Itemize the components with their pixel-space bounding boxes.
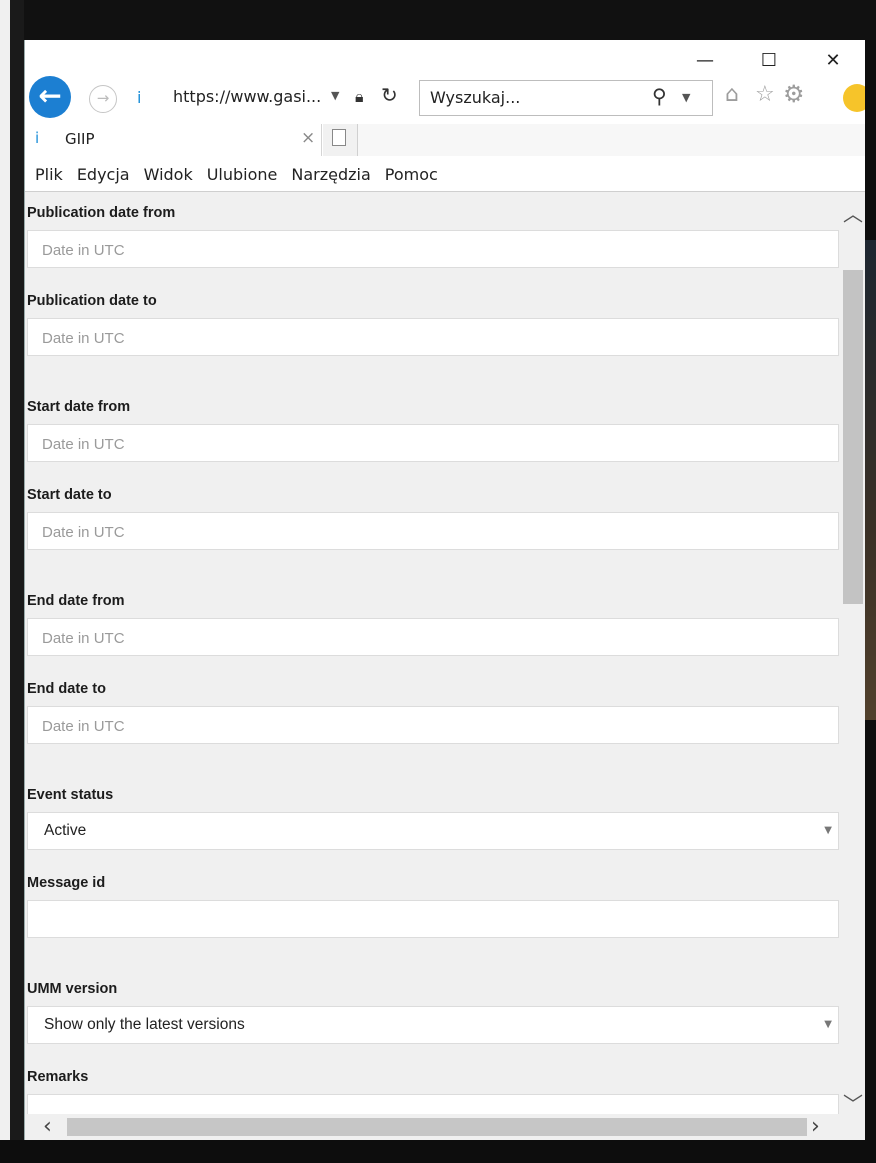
refresh-icon[interactable]: ↻ <box>381 83 398 107</box>
scroll-left-icon[interactable]: ‹ <box>43 1114 52 1139</box>
menu-item-edycja[interactable]: Edycja <box>77 165 130 184</box>
menu-item-widok[interactable]: Widok <box>144 165 193 184</box>
field-label: Publication date from <box>27 205 176 221</box>
gear-icon[interactable]: ⚙ <box>783 80 805 108</box>
field-label: Start date from <box>27 399 131 415</box>
site-favicon-icon: ⅰ <box>35 129 40 147</box>
forward-arrow-icon: → <box>96 89 110 107</box>
publication-date-to-field[interactable] <box>27 318 839 357</box>
end-date-to-input[interactable] <box>28 707 804 745</box>
close-tab-icon[interactable]: × <box>301 128 315 148</box>
menu-item-narzedzia[interactable]: Narzędzia <box>291 165 370 184</box>
field-label: Start date to <box>27 487 112 503</box>
start-date-from-input[interactable] <box>28 425 804 463</box>
event-status-select[interactable]: Active ▼ <box>27 812 839 850</box>
search-dropdown-icon[interactable]: ▼ <box>682 91 690 104</box>
minimize-button[interactable]: — <box>673 50 737 76</box>
horizontal-scroll-thumb[interactable] <box>67 1118 807 1136</box>
forward-button[interactable]: → <box>89 85 117 113</box>
chevron-down-icon: ▼ <box>824 825 832 836</box>
chevron-down-icon: ▼ <box>824 1019 832 1030</box>
umm-version-select[interactable]: Show only the latest versions ▼ <box>27 1006 839 1044</box>
desktop-background-top <box>0 0 876 40</box>
menu-item-plik[interactable]: Plik <box>35 165 63 184</box>
search-input[interactable] <box>428 87 632 108</box>
menu-bar: Plik Edycja Widok Ulubione Narzędzia Pom… <box>25 158 865 192</box>
smiley-icon[interactable] <box>843 84 865 112</box>
start-date-from-field[interactable] <box>27 424 839 463</box>
navigation-bar: ← → ⅰ https://www.gasi... ▼ 🔒︎ ↻ ⚲ ▼ ⌂ ☆… <box>25 76 865 122</box>
back-button[interactable]: ← <box>29 76 71 118</box>
scroll-up-icon[interactable]: ︿ <box>843 198 863 227</box>
end-date-to-field[interactable] <box>27 706 839 745</box>
publication-date-from-field[interactable] <box>27 230 839 269</box>
new-tab-button[interactable] <box>323 124 358 156</box>
desktop-background-bottom <box>0 1140 876 1163</box>
vertical-scrollbar[interactable]: ︿ ﹀ <box>841 192 865 1117</box>
new-tab-icon <box>332 129 346 146</box>
home-icon[interactable]: ⌂ <box>725 82 739 107</box>
lock-icon[interactable]: 🔒︎ <box>355 87 364 107</box>
scroll-right-icon[interactable]: › <box>811 1114 820 1139</box>
field-label: Publication date to <box>27 293 157 309</box>
publication-date-from-input[interactable] <box>28 231 804 269</box>
start-date-to-field[interactable] <box>27 512 839 551</box>
tab-bar-empty <box>358 124 865 156</box>
back-arrow-icon: ← <box>38 79 62 112</box>
tab-bar: ⅰ GIIP × <box>25 124 865 156</box>
end-date-from-input[interactable] <box>28 619 804 657</box>
tab-giip[interactable]: ⅰ GIIP × <box>25 124 322 156</box>
scroll-down-icon[interactable]: ﹀ <box>843 1088 863 1117</box>
event-status-value: Active <box>44 822 87 839</box>
maximize-button[interactable]: ☐ <box>737 50 801 76</box>
message-id-input[interactable] <box>28 901 804 939</box>
star-icon[interactable]: ☆ <box>755 82 775 107</box>
desktop-background-right <box>864 240 876 720</box>
vertical-scroll-thumb[interactable] <box>843 270 863 604</box>
end-date-from-field[interactable] <box>27 618 839 657</box>
menu-item-ulubione[interactable]: Ulubione <box>207 165 278 184</box>
browser-window: — ☐ ✕ ← → ⅰ https://www.gasi... ▼ 🔒︎ ↻ ⚲… <box>24 40 865 1140</box>
menu-item-pomoc[interactable]: Pomoc <box>385 165 438 184</box>
field-label: Remarks <box>27 1069 89 1085</box>
close-window-button[interactable]: ✕ <box>801 50 865 76</box>
desktop-background-left <box>0 0 24 1163</box>
field-label: Event status <box>27 787 114 803</box>
field-label: Message id <box>27 875 106 891</box>
search-icon[interactable]: ⚲ <box>652 84 667 108</box>
window-controls: — ☐ ✕ <box>673 50 865 76</box>
address-dropdown-icon[interactable]: ▼ <box>331 89 339 102</box>
horizontal-scrollbar[interactable]: ‹ › <box>25 1114 865 1140</box>
start-date-to-input[interactable] <box>28 513 804 551</box>
field-label: UMM version <box>27 981 118 997</box>
field-label: End date to <box>27 681 106 697</box>
filter-form: Publication date from Publication date t… <box>25 192 841 1140</box>
tab-title: GIIP <box>65 130 95 148</box>
field-label: End date from <box>27 593 125 609</box>
umm-version-value: Show only the latest versions <box>44 1016 245 1033</box>
address-bar[interactable]: https://www.gasi... <box>173 87 321 106</box>
search-box[interactable]: ⚲ ▼ <box>419 80 713 116</box>
message-id-field[interactable] <box>27 900 839 939</box>
site-favicon-icon: ⅰ <box>137 88 142 107</box>
publication-date-to-input[interactable] <box>28 319 804 357</box>
